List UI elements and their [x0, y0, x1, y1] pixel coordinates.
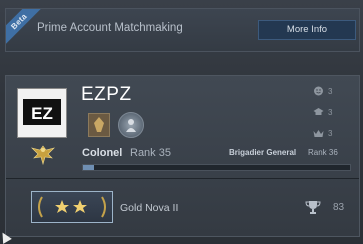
more-info-button[interactable]: More Info — [258, 20, 356, 40]
star-icon — [73, 200, 87, 213]
section-divider — [6, 178, 359, 179]
service-medal-icon[interactable] — [88, 113, 110, 137]
skill-group-badge[interactable] — [31, 191, 113, 223]
rank-name: Colonel — [82, 147, 123, 159]
competitive-wins: 83 — [333, 202, 345, 213]
star-icon — [55, 200, 69, 213]
teacher-icon — [313, 108, 324, 115]
trophy-icon — [305, 201, 321, 214]
commendation-friendly-count: 3 — [328, 86, 333, 96]
commendation-teacher: 3 — [313, 107, 332, 117]
skill-group-name: Gold Nova II — [120, 202, 179, 214]
prime-title: Prime Account Matchmaking — [37, 22, 183, 34]
avatar[interactable]: EZ — [17, 88, 67, 138]
next-rank-level: Rank 36 — [308, 148, 338, 157]
commendation-teacher-count: 3 — [328, 107, 333, 117]
commendation-friendly: 3 — [313, 86, 332, 96]
crown-icon — [313, 130, 324, 137]
xp-progress-fill — [83, 165, 94, 170]
smiley-icon — [314, 86, 323, 96]
commendation-leader-count: 3 — [328, 128, 333, 138]
xp-progress-bar — [82, 164, 351, 171]
prime-matchmaking-banner: Beta Prime Account Matchmaking More Info — [5, 8, 360, 52]
username: EZPZ — [81, 84, 132, 105]
avatar-text: EZ — [31, 104, 53, 123]
profile-card: EZ EZPZ 3 3 3 Colonel Rank 35 Brigadier … — [5, 75, 360, 237]
commendation-leader: 3 — [313, 128, 332, 138]
coin-badge-icon[interactable] — [118, 112, 144, 138]
rank-eagle-icon — [31, 145, 55, 166]
rank-level: Rank 35 — [130, 147, 171, 159]
next-rank-name: Brigadier General — [229, 148, 297, 157]
